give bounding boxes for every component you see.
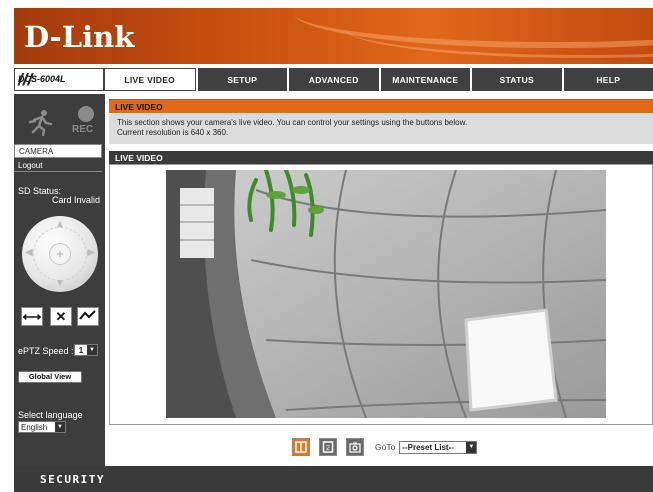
top-navigation: DCS-6004L /// LIVE VIDEO SETUP ADVANCED …	[14, 68, 653, 91]
tab-help[interactable]: HELP	[561, 68, 653, 91]
record-icon	[78, 106, 94, 122]
video-section-title: LIVE VIDEO	[109, 151, 653, 165]
model-label: DCS-6004L ///	[14, 68, 104, 91]
header-wave	[344, 8, 653, 58]
tab-live-video[interactable]: LIVE VIDEO	[104, 68, 196, 91]
live-video-feed[interactable]	[166, 170, 606, 418]
video-frame	[109, 164, 653, 425]
footer-label: SECURITY	[40, 473, 105, 486]
side-menu: CAMERA Logout	[14, 144, 102, 172]
sidebar-item-camera[interactable]: CAMERA	[14, 144, 102, 158]
video-toolbar: 2 GoTo --Preset List-- ▼	[292, 438, 478, 456]
footer: SECURITY	[14, 466, 653, 492]
motion-icon	[26, 108, 54, 137]
resolution-line: Current resolution is 640 x 360.	[117, 128, 229, 137]
language-select[interactable]: English ▼	[18, 421, 66, 433]
pan-up-icon[interactable]: ▲	[55, 219, 65, 230]
slashes-decoration: ///	[18, 70, 33, 89]
chevron-down-icon: ▼	[466, 441, 477, 453]
home-center-icon[interactable]: +	[49, 243, 71, 265]
global-view-button[interactable]: Global View	[18, 371, 82, 383]
chevron-down-icon: ▼	[55, 422, 65, 432]
dlink-logo: D-Link	[24, 20, 135, 54]
tab-status[interactable]: STATUS	[470, 68, 562, 91]
ptz-joystick[interactable]: ▲ ▼ ◀ ▶ +	[22, 216, 98, 292]
goto-label: GoTo	[375, 442, 396, 452]
tab-advanced[interactable]: ADVANCED	[287, 68, 379, 91]
section-description: This section shows your camera's live vi…	[109, 114, 653, 144]
sd-status-value: Card Invalid	[51, 195, 100, 205]
preset-list-select[interactable]: --Preset List-- ▼	[399, 440, 478, 454]
sidebar-item-logout[interactable]: Logout	[14, 158, 102, 172]
description-line: This section shows your camera's live vi…	[117, 118, 468, 127]
sidebar: REC CAMERA Logout SD Status: Card Invali…	[14, 94, 105, 466]
path-patrol-button[interactable]	[77, 307, 99, 326]
svg-text:2: 2	[326, 445, 330, 452]
pan-left-icon[interactable]: ◀	[25, 247, 33, 258]
tab-maintenance[interactable]: MAINTENANCE	[378, 68, 470, 91]
preset-value: --Preset List--	[402, 442, 454, 452]
stop-button[interactable]: ✕	[50, 307, 72, 326]
horizontal-patrol-button[interactable]: ⟷	[21, 307, 43, 326]
language-value: English	[21, 422, 48, 432]
status-icons: REC	[22, 102, 102, 142]
audio-icon[interactable]: 2	[319, 438, 337, 456]
ptz-speed-value: 1	[78, 345, 84, 355]
snapshot-camera-icon[interactable]	[346, 438, 364, 456]
pan-down-icon[interactable]: ▼	[55, 278, 65, 289]
language-label: Select language	[18, 410, 83, 420]
pan-right-icon[interactable]: ▶	[87, 247, 95, 258]
tab-setup[interactable]: SETUP	[195, 68, 287, 91]
ptz-speed-select[interactable]: 1 ▼	[74, 344, 98, 356]
chevron-down-icon: ▼	[87, 345, 97, 355]
section-title: LIVE VIDEO	[109, 99, 653, 113]
header-banner: D-Link	[14, 8, 653, 64]
ptz-speed-label: ePTZ Speed :	[18, 346, 74, 356]
fullscreen-icon[interactable]	[292, 438, 310, 456]
rec-label: REC	[72, 124, 94, 135]
